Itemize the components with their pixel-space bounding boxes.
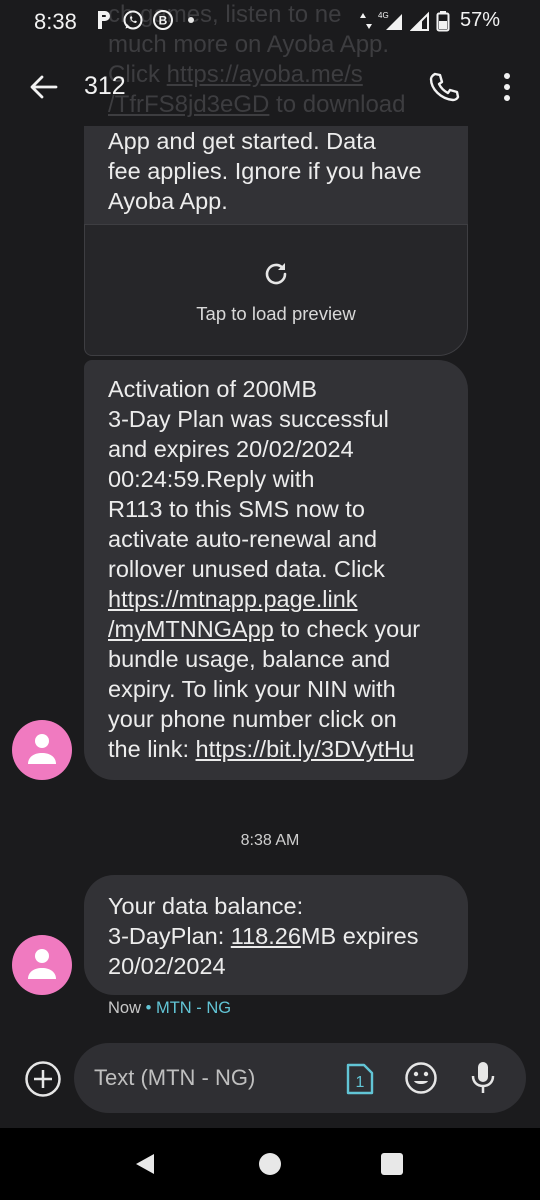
message-bubble[interactable]: Your data balance: 3-DayPlan: 118.26MB e… (84, 875, 468, 995)
preview-label: Tap to load preview (196, 303, 356, 324)
notification-icons: B (94, 9, 194, 31)
message-text: Your data balance: 3-DayPlan: 118.26MB e… (108, 891, 444, 981)
svg-text:1: 1 (356, 1074, 365, 1091)
avatar[interactable] (12, 935, 72, 995)
message-link[interactable]: https://mtnapp.page.link (108, 586, 358, 612)
message-text: App and get started. Data fee applies. I… (108, 128, 422, 214)
svg-text:B: B (159, 14, 168, 28)
message-bubble[interactable]: Activation of 200MB 3-Day Plan was succe… (84, 360, 468, 780)
microphone-icon[interactable] (470, 1059, 496, 1097)
dot-icon (188, 17, 194, 23)
message-bubble[interactable]: App and get started. Data fee applies. I… (84, 126, 468, 356)
system-icons: 4G 57% (359, 9, 500, 32)
signal-4g-icon: 4G (378, 11, 402, 30)
conversation-title: 312 (84, 72, 126, 100)
svg-text:4G: 4G (378, 11, 389, 20)
arrow-back-icon[interactable] (28, 72, 58, 102)
top-app-bar: 312 (0, 44, 540, 134)
message-time: Now (108, 999, 142, 1017)
timestamp-divider: 8:38 AM (240, 832, 300, 849)
message-text: Activation of 200MB 3-Day Plan was succe… (108, 374, 444, 764)
message-link[interactable]: 118.26 (231, 923, 301, 949)
status-time: 8:38 (34, 9, 77, 34)
add-circle-icon[interactable] (24, 1060, 62, 1098)
meta-separator: • (141, 999, 156, 1017)
status-bar: 8:38 B 4G 57% (0, 0, 540, 44)
message-text-part: Activation of 200MB 3-Day Plan was succe… (108, 376, 389, 582)
nav-back-icon[interactable] (134, 1152, 156, 1176)
p-app-icon (98, 11, 110, 29)
refresh-icon (265, 263, 287, 285)
sim-card-icon[interactable]: 1 (346, 1063, 374, 1095)
emoji-icon[interactable] (404, 1061, 438, 1095)
more-vert-icon[interactable] (496, 70, 518, 104)
message-link[interactable]: https://bit.ly/3DVytHu (196, 736, 415, 762)
nav-recents-icon[interactable] (381, 1153, 403, 1175)
carrier-label: MTN - NG (155, 999, 232, 1017)
signal-icon (409, 11, 429, 31)
b-app-icon: B (153, 10, 173, 30)
battery-percent: 57% (459, 9, 500, 31)
whatsapp-icon (123, 10, 143, 30)
compose-bar: 1 (74, 1043, 526, 1113)
phone-icon[interactable] (426, 70, 460, 104)
avatar[interactable] (12, 720, 72, 780)
message-meta: Now • MTN - NG (108, 999, 231, 1018)
nav-home-icon[interactable] (259, 1153, 281, 1175)
battery-icon (436, 10, 450, 31)
link-preview[interactable]: Tap to load preview (84, 224, 468, 356)
person-icon (28, 949, 56, 979)
system-nav-bar (0, 1128, 540, 1200)
data-arrows-icon (359, 12, 372, 29)
person-icon (28, 734, 56, 764)
message-input[interactable] (94, 1043, 334, 1113)
message-link[interactable]: /myMTNNGApp (108, 616, 274, 642)
